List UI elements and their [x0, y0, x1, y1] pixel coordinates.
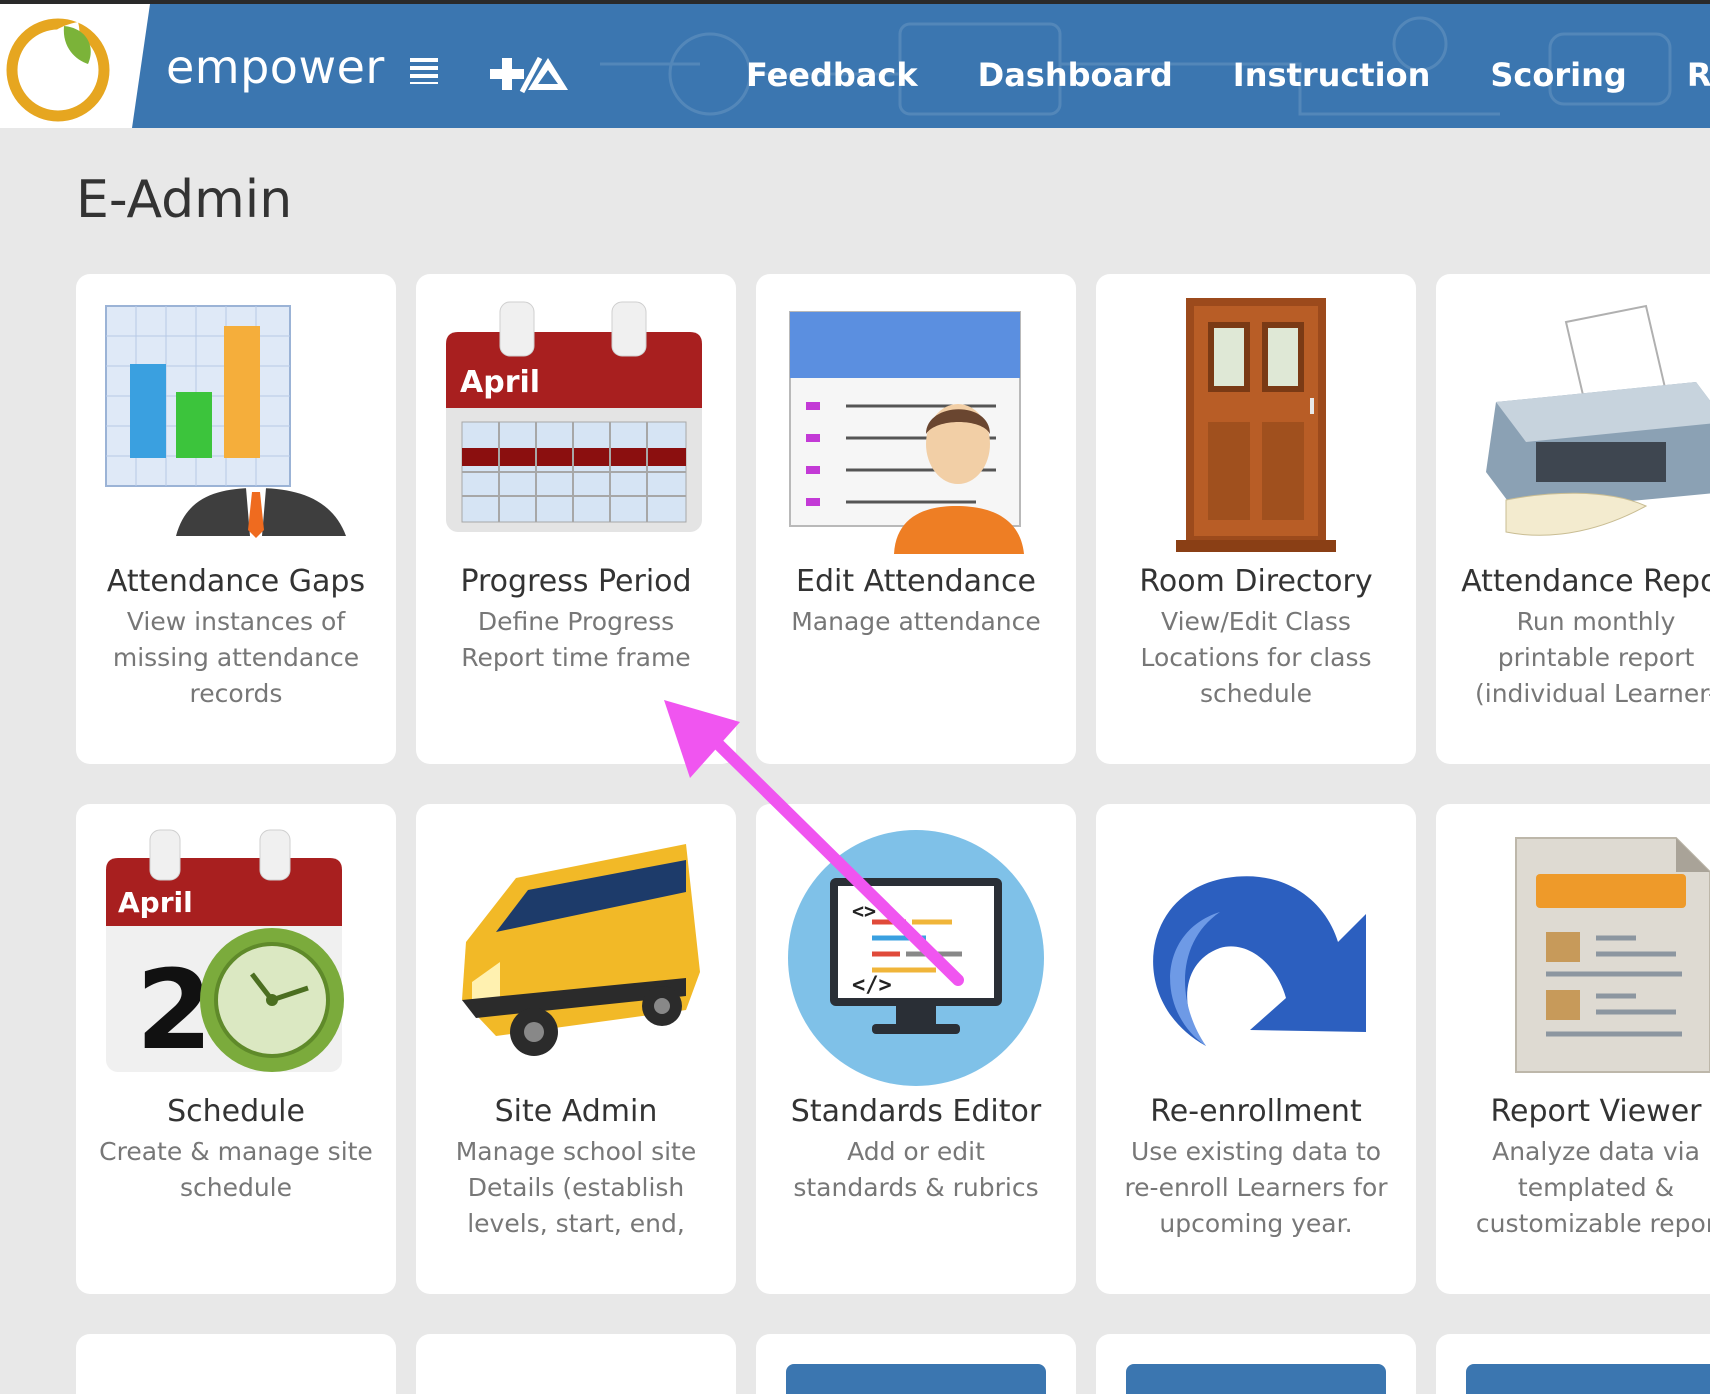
card-description: Add or edit standards & rubrics — [793, 1137, 1039, 1202]
hamburger-menu-icon[interactable] — [410, 56, 440, 84]
code-monitor-icon: </> <> — [788, 830, 1044, 1086]
card-row3-4[interactable] — [1096, 1334, 1416, 1394]
redo-arrow-icon — [1153, 876, 1366, 1046]
svg-text:April: April — [118, 886, 193, 919]
card-progress-period[interactable]: April Progress Period Define Progress Rep… — [416, 274, 736, 764]
card-description: View instances of missing attendance recor… — [112, 607, 360, 708]
attendance-list-icon — [789, 311, 1024, 554]
card-header-bar — [786, 1364, 1046, 1394]
logo-area[interactable] — [0, 4, 150, 128]
nav-report[interactable]: Report — [1687, 56, 1710, 94]
card-title: Room Directory — [1139, 564, 1373, 599]
card-row3-3[interactable] — [756, 1334, 1076, 1394]
card-description: Manage attendance — [791, 607, 1041, 636]
card-title: Site Admin — [494, 1094, 658, 1129]
main-nav: Feedback Dashboard Instruction Scoring R… — [746, 56, 1710, 94]
card-description: View/Edit Class Locations for class schedu… — [1140, 607, 1372, 708]
page-title: E-Admin — [76, 170, 293, 230]
card-standards-editor[interactable]: </> <> Standards Editor Add or edit stand… — [756, 804, 1076, 1294]
brand-name: empower — [166, 40, 385, 94]
nav-feedback[interactable]: Feedback — [746, 56, 918, 94]
top-navigation-bar: empower Feedback Dashboard Instruction S… — [0, 0, 1710, 128]
card-description: Analyze data via templated & customizable … — [1475, 1137, 1710, 1238]
card-row3-5[interactable] — [1436, 1334, 1710, 1394]
card-title: Progress Period — [460, 564, 692, 599]
card-title: Report Viewer — [1490, 1094, 1702, 1129]
svg-text:<>: <> — [852, 899, 876, 923]
card-title: Re-enrollment — [1150, 1094, 1362, 1129]
card-description: Create & manage site schedule — [99, 1137, 373, 1202]
card-row3-2[interactable] — [416, 1334, 736, 1394]
card-description: Define Progress Report time frame — [461, 607, 691, 672]
svg-text:</>: </> — [852, 973, 892, 998]
card-title: Schedule — [167, 1094, 305, 1129]
card-title: Attendance Gaps — [106, 564, 366, 599]
card-header-bar — [1466, 1364, 1710, 1394]
card-schedule[interactable]: April 2 Schedule Create & manage site sch… — [76, 804, 396, 1294]
nav-dashboard[interactable]: Dashboard — [978, 56, 1173, 94]
report-document-icon — [1515, 837, 1710, 1073]
calendar-icon: April — [446, 301, 702, 532]
card-description: Run monthly printable report (individual L… — [1475, 607, 1710, 708]
card-edit-attendance[interactable]: Edit Attendance Manage attendance — [756, 274, 1076, 764]
card-header-bar — [1126, 1364, 1386, 1394]
card-title: Standards Editor — [790, 1094, 1042, 1129]
card-attendance-gaps[interactable]: Attendance Gaps View instances of missing… — [76, 274, 396, 764]
card-row3-1[interactable] — [76, 1334, 396, 1394]
card-description: Use existing data to re-enroll Learners f… — [1124, 1137, 1388, 1238]
card-description: Manage school site Details (establish leve… — [455, 1137, 697, 1238]
door-icon — [1176, 298, 1336, 552]
calendar-clock-icon: April 2 — [106, 829, 344, 1074]
svg-text:April: April — [460, 365, 540, 400]
card-title: Edit Attendance — [795, 564, 1036, 599]
nav-instruction[interactable]: Instruction — [1233, 56, 1431, 94]
card-re-enrollment[interactable]: Re-enrollment Use existing data to re-enr… — [1096, 804, 1416, 1294]
card-title: Attendance Repor — [1461, 564, 1710, 599]
printer-icon — [1486, 304, 1710, 536]
plus-delta-icon[interactable] — [488, 54, 570, 94]
card-site-admin[interactable]: Site Admin Manage school site Details (es… — [416, 804, 736, 1294]
school-bus-icon — [462, 844, 700, 1056]
attendance-chart-icon — [105, 305, 346, 538]
card-attendance-report[interactable]: Attendance Repor Run monthly printable re… — [1436, 274, 1710, 764]
card-report-viewer[interactable]: Report Viewer Analyze data via templated … — [1436, 804, 1710, 1294]
nav-scoring[interactable]: Scoring — [1490, 56, 1626, 94]
empower-logo-icon — [6, 18, 110, 122]
card-room-directory[interactable]: Room Directory View/Edit Class Locations … — [1096, 274, 1416, 764]
